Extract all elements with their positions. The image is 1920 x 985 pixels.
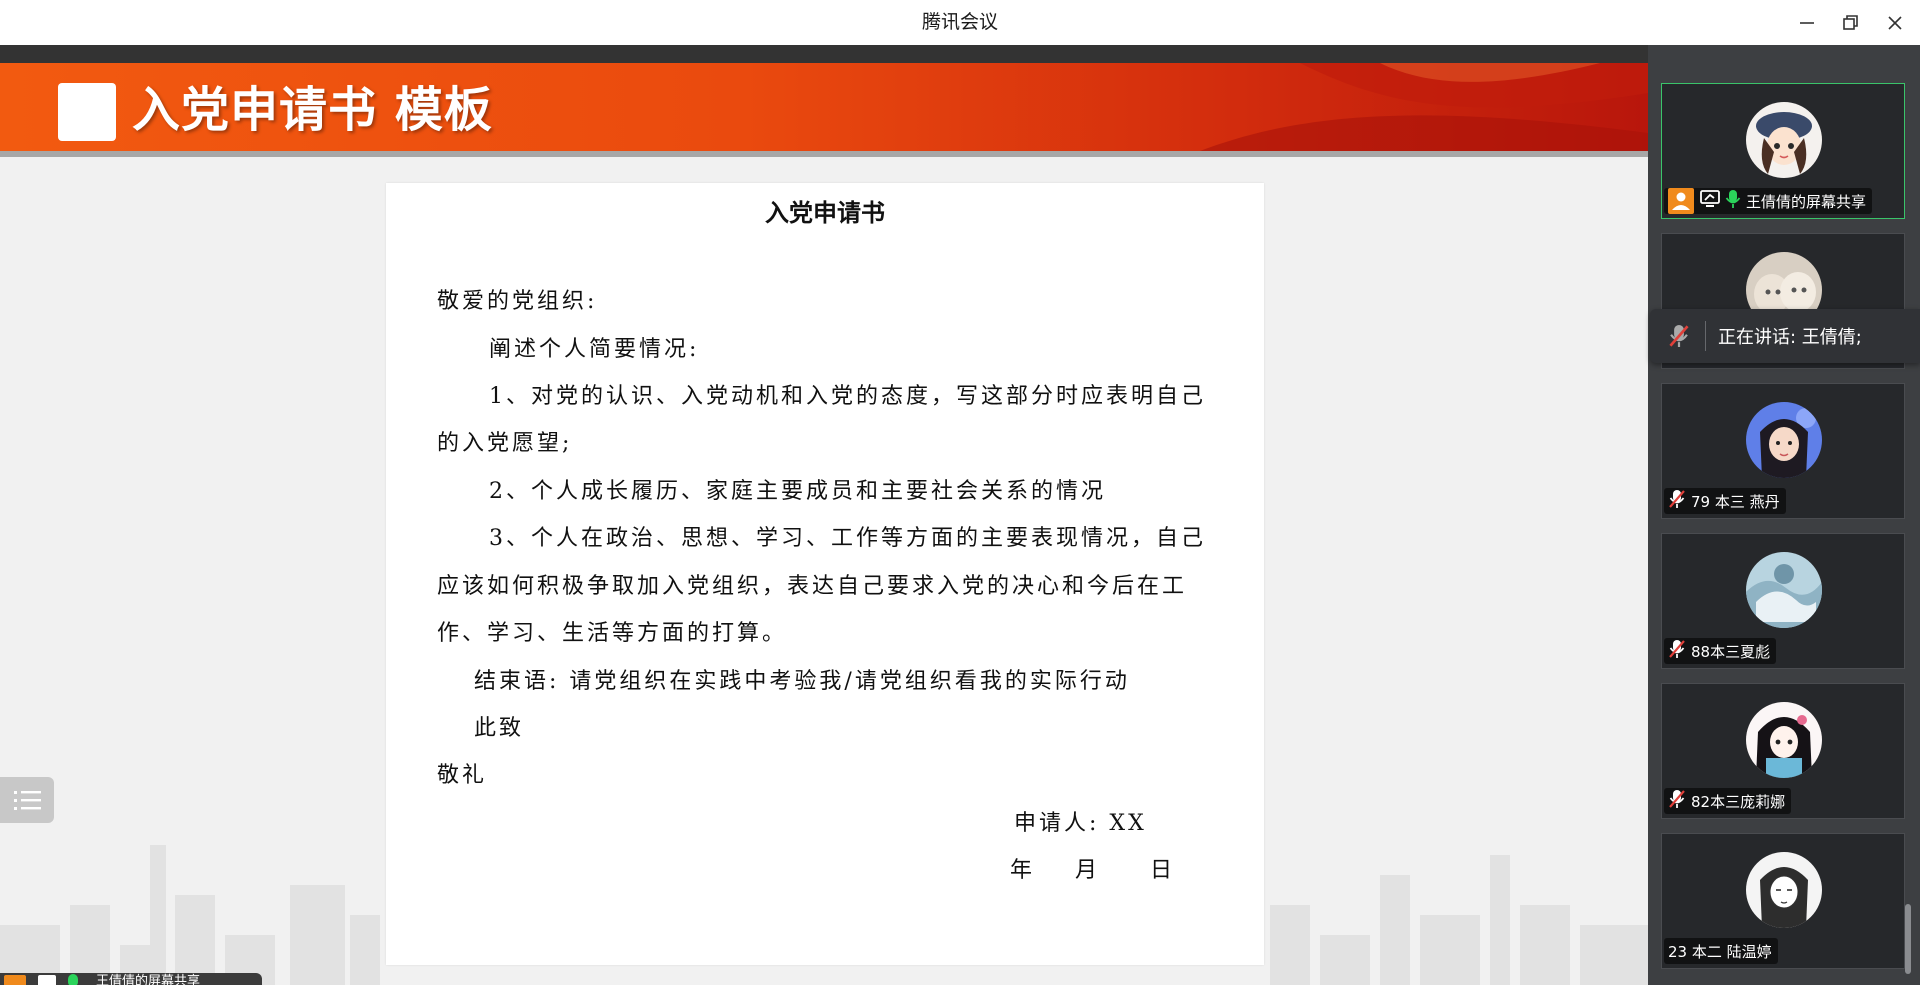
- doc-line: 3、个人在政治、思想、学习、工作等方面的主要表现情况，自己: [489, 526, 1206, 551]
- presenter-badge: 王倩倩的屏幕共享: [0, 973, 262, 985]
- slide-list-button[interactable]: [0, 777, 54, 823]
- panel-scrollbar[interactable]: [1905, 904, 1911, 974]
- doc-line-applicant: 申请人: XX: [1014, 811, 1147, 836]
- participant-tile[interactable]: 88本三夏彪: [1661, 533, 1905, 669]
- user-icon: [1668, 188, 1694, 214]
- doc-line: 此致: [474, 716, 525, 741]
- shared-screen: 入党申请书 模板 入党申请书 敬爱的党组织: 阐述个人简要情况: 1、对党的认识…: [0, 45, 1648, 985]
- doc-line: 的入党愿望;: [437, 431, 573, 456]
- avatar: [1746, 852, 1822, 928]
- participant-namebar: 79 本三 燕丹: [1664, 488, 1786, 514]
- mic-muted-icon: [1668, 323, 1690, 353]
- doc-line-closing: 结束语: 请党组织在实践中考验我/请党组织看我的实际行动: [474, 669, 1130, 694]
- avatar: [1746, 552, 1822, 628]
- doc-line-salutation: 敬爱的党组织:: [437, 289, 598, 314]
- minimize-icon[interactable]: [1794, 10, 1820, 36]
- mic-muted-icon: [1668, 789, 1686, 813]
- avatar: [1746, 402, 1822, 478]
- banner-title: 入党申请书 模板: [132, 82, 493, 138]
- slide-banner: 入党申请书 模板: [0, 63, 1648, 151]
- participant-tile[interactable]: 王倩倩的屏幕共享: [1661, 83, 1905, 219]
- mic-icon: [1725, 189, 1741, 213]
- doc-line: 2、个人成长履历、家庭主要成员和主要社会关系的情况: [489, 479, 1106, 504]
- doc-line: 1、对党的认识、入党动机和入党的态度，写这部分时应表明自己: [489, 384, 1206, 409]
- avatar: [1746, 102, 1822, 178]
- screen-share-icon: [38, 975, 56, 985]
- restore-icon[interactable]: [1838, 10, 1864, 36]
- participant-tile[interactable]: 82本三庞莉娜: [1661, 683, 1905, 819]
- banner-underline: [0, 151, 1648, 157]
- window-titlebar: 腾讯会议: [0, 0, 1920, 46]
- mic-muted-icon: [1668, 639, 1686, 663]
- participant-namebar: 88本三夏彪: [1664, 638, 1777, 664]
- participant-name: 23 本二 陆温婷: [1668, 942, 1772, 961]
- presenter-badge-label: 王倩倩的屏幕共享: [96, 974, 201, 985]
- slide-top-strip: [0, 45, 1648, 63]
- participant-name: 88本三夏彪: [1691, 642, 1771, 661]
- speaking-text: 正在讲话: 王倩倩;: [1718, 327, 1862, 348]
- doc-line: 敬礼: [437, 763, 488, 788]
- participant-name: 王倩倩的屏幕共享: [1746, 192, 1867, 211]
- doc-line: 阐述个人简要情况:: [489, 337, 700, 362]
- participant-name: 82本三庞莉娜: [1691, 792, 1786, 811]
- list-icon: [14, 791, 41, 810]
- participant-namebar: 23 本二 陆温婷: [1664, 938, 1778, 964]
- doc-line-date: 年 月 日: [1010, 858, 1175, 883]
- document-title: 入党申请书: [765, 198, 885, 227]
- doc-line: 应该如何积极争取加入党组织，表达自己要求入党的决心和今后在工: [437, 574, 1188, 599]
- application-letter-document: 入党申请书 敬爱的党组织: 阐述个人简要情况: 1、对党的认识、入党动机和入党的…: [386, 183, 1264, 965]
- participant-tile[interactable]: 23 本二 陆温婷: [1661, 833, 1905, 969]
- banner-logo-square: [58, 83, 116, 141]
- avatar: [1746, 702, 1822, 778]
- participant-name: 79 本三 燕丹: [1691, 492, 1780, 511]
- mic-icon: [68, 974, 78, 985]
- speaking-indicator: 正在讲话: 王倩倩;: [1650, 309, 1920, 363]
- close-icon[interactable]: [1882, 10, 1908, 36]
- mic-muted-icon: [1668, 489, 1686, 513]
- participant-tile[interactable]: 79 本三 燕丹: [1661, 383, 1905, 519]
- participants-panel: 王倩倩的屏幕共享 79 本三 燕丹 88本三夏彪 82本三庞莉娜 23 本二 陆…: [1648, 45, 1920, 985]
- participant-namebar: 82本三庞莉娜: [1664, 788, 1792, 814]
- screen-share-icon: [1700, 190, 1720, 212]
- user-icon: [4, 975, 26, 985]
- participant-namebar: 王倩倩的屏幕共享: [1664, 188, 1873, 214]
- divider: [1705, 321, 1706, 351]
- doc-line: 作、学习、生活等方面的打算。: [437, 621, 788, 646]
- window-title: 腾讯会议: [921, 11, 998, 33]
